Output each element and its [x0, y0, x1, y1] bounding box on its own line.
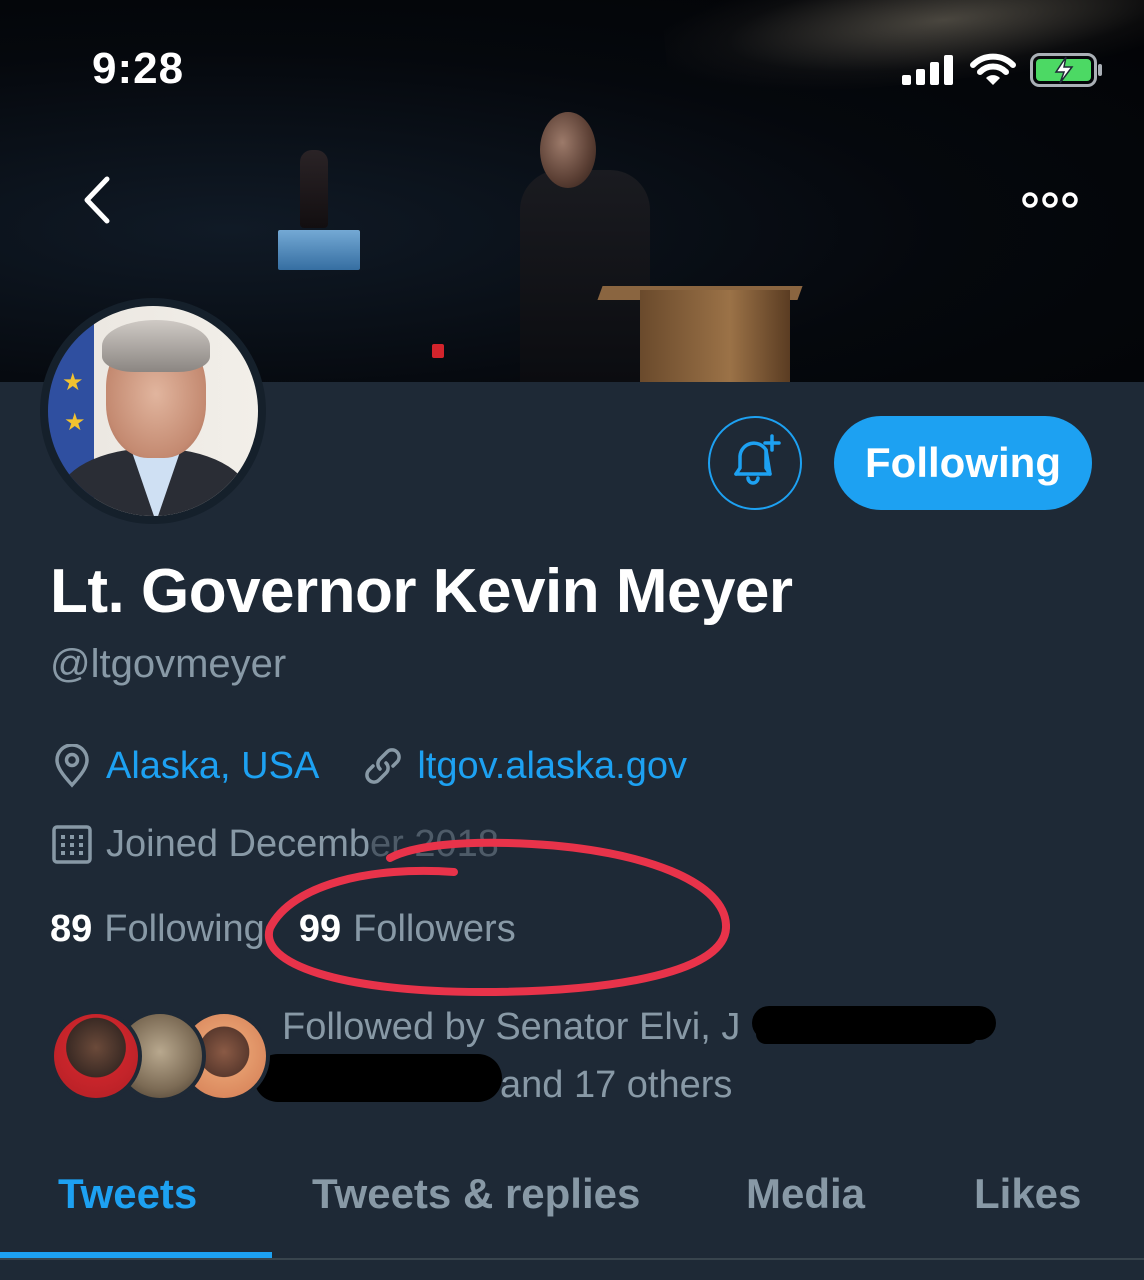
bell-plus-icon — [726, 432, 784, 495]
battery-charging-icon — [1030, 52, 1104, 92]
avatar-photo: ★ ★ — [48, 306, 258, 516]
location-pin-icon — [50, 744, 94, 788]
mutual-follower-avatar — [50, 1010, 142, 1102]
distant-figure — [300, 150, 328, 228]
tabs-divider — [0, 1258, 1144, 1260]
status-icons — [902, 52, 1104, 92]
profile-tabs: Tweets Tweets & replies Media Likes — [0, 1140, 1144, 1280]
link-icon — [361, 744, 405, 788]
more-options-button[interactable] — [1020, 188, 1080, 216]
flag-star-icon: ★ — [62, 369, 84, 396]
profile-handle: @ltgovmeyer — [50, 642, 287, 686]
profile-meta-row: Alaska, USA ltgov.alaska.gov — [50, 744, 687, 788]
tab-media[interactable]: Media — [746, 1170, 865, 1218]
following-button[interactable]: Following — [834, 416, 1092, 510]
podium — [640, 290, 790, 382]
tab-likes[interactable]: Likes — [974, 1170, 1081, 1218]
follow-stats: 89 Following 99 Followers — [50, 908, 516, 951]
following-stat[interactable]: 89 Following — [50, 908, 265, 951]
avatar-hair — [102, 320, 210, 372]
tab-tweets-replies[interactable]: Tweets & replies — [312, 1170, 640, 1218]
red-light — [432, 344, 444, 358]
tab-tweets[interactable]: Tweets — [58, 1170, 197, 1218]
wifi-icon — [970, 53, 1016, 92]
calendar-icon — [50, 822, 94, 866]
status-time: 9:28 — [92, 44, 185, 93]
flag-star-icon: ★ — [64, 409, 86, 436]
joined-row: Joined December 2018 — [50, 822, 499, 866]
more-horizontal-icon — [1022, 190, 1078, 215]
back-button[interactable] — [70, 172, 122, 232]
redaction-mark — [254, 1054, 502, 1102]
profile-avatar[interactable]: ★ ★ — [40, 298, 266, 524]
profile-screen: 9:28 ★ ★ Following Lt. Governor Kevin Me… — [0, 0, 1144, 1280]
mutual-followers-avatars[interactable] — [50, 1010, 270, 1102]
display-name: Lt. Governor Kevin Meyer — [50, 557, 793, 626]
followers-stat[interactable]: 99 Followers — [299, 908, 516, 951]
signal-icon — [902, 54, 956, 90]
speaker-head — [540, 112, 596, 188]
active-tab-indicator — [0, 1252, 272, 1258]
website-link[interactable]: ltgov.alaska.gov — [417, 745, 687, 788]
redaction-mark — [756, 1024, 978, 1044]
joined-date: Joined December 2018 — [106, 822, 499, 865]
speaker-body — [520, 170, 650, 382]
chevron-left-icon — [81, 175, 111, 230]
notifications-button[interactable] — [708, 416, 802, 510]
location-text: Alaska, USA — [106, 744, 320, 787]
podium-screen — [278, 230, 360, 270]
